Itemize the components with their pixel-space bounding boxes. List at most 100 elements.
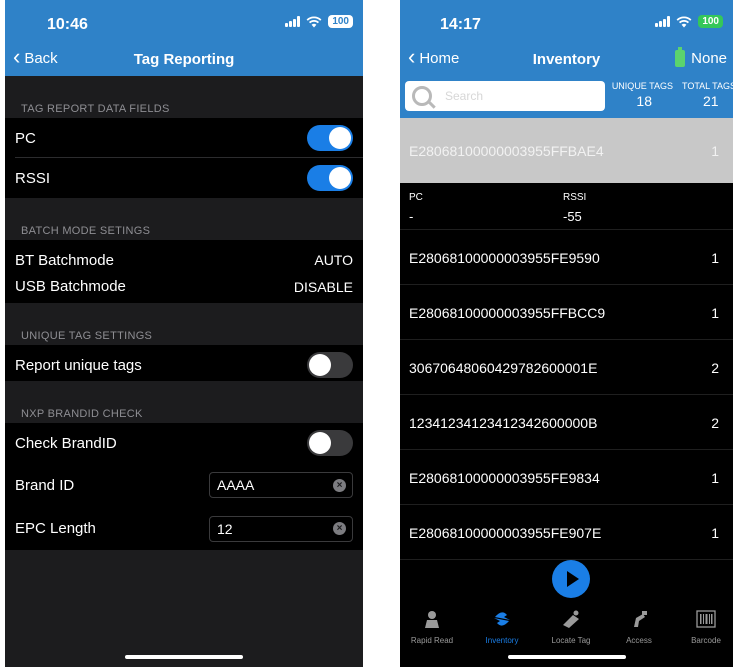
row-label: USB Batchmode <box>15 278 126 295</box>
tag-count: 1 <box>711 249 719 266</box>
tab-rapid-read[interactable]: Rapid Read <box>400 605 464 645</box>
tag-row[interactable]: E28068100000003955FE907E 1 <box>400 505 733 560</box>
tab-inventory[interactable]: Inventory <box>470 605 534 645</box>
tag-detail-panel: PC - RSSI -55 <box>400 183 733 230</box>
wifi-icon <box>306 15 322 27</box>
tag-epc: 12341234123412342600000B <box>409 414 598 431</box>
nav-bar: ‹ Back Tag Reporting <box>5 44 363 76</box>
rssi-toggle[interactable] <box>307 165 353 191</box>
reader-label: None <box>691 50 727 67</box>
tag-epc: E28068100000003955FFBAE4 <box>409 142 604 159</box>
tag-row[interactable]: E28068100000003955FE9834 1 <box>400 450 733 505</box>
tag-reporting-screen: 10:46 100 ‹ Back Tag Reporting TAG REPORT… <box>5 0 363 667</box>
total-tags-counter: TOTAL TAGS 21 <box>682 81 733 109</box>
status-time: 10:46 <box>47 16 88 33</box>
tab-access[interactable]: Access <box>607 605 671 645</box>
pc-toggle[interactable] <box>307 125 353 151</box>
epc-length-value: 12 <box>217 520 233 537</box>
tag-epc: E28068100000003955FE9834 <box>409 469 600 486</box>
row-check-brandid: Check BrandID <box>5 423 363 463</box>
play-button[interactable] <box>552 560 590 598</box>
tab-label: Access <box>626 636 652 645</box>
row-epc-length: EPC Length 12 × <box>5 507 363 550</box>
page-title: Tag Reporting <box>133 51 235 68</box>
unique-tags-label: UNIQUE TAGS <box>611 81 673 91</box>
inventory-screen: 14:17 100 ‹ Home Inventory None Search UN… <box>400 0 733 667</box>
inventory-icon <box>494 612 510 626</box>
check-brandid-toggle[interactable] <box>307 430 353 456</box>
tag-epc: E28068100000003955FE907E <box>409 524 602 541</box>
report-unique-tags-toggle[interactable] <box>307 352 353 378</box>
search-input[interactable]: Search <box>405 81 605 111</box>
tab-locate-tag[interactable]: Locate Tag <box>539 605 603 645</box>
home-indicator[interactable] <box>507 655 626 659</box>
status-bar: 10:46 100 <box>5 0 363 44</box>
tab-label: Barcode <box>691 636 721 645</box>
tag-row[interactable]: E28068100000003955FE9590 1 <box>400 230 733 285</box>
pc-label: PC <box>409 192 423 203</box>
access-icon <box>634 611 647 627</box>
row-label: RSSI <box>15 169 51 187</box>
tag-row[interactable]: E28068100000003955FFBCC9 1 <box>400 285 733 340</box>
tag-row[interactable]: 30670648060429782600001E 2 <box>400 340 733 395</box>
row-pc: PC <box>5 118 363 158</box>
tag-row-selected[interactable]: E28068100000003955FFBAE4 1 <box>400 118 733 183</box>
home-indicator[interactable] <box>125 655 243 659</box>
rapid-read-icon <box>425 611 439 628</box>
search-placeholder: Search <box>445 89 484 103</box>
row-label: Check BrandID <box>15 434 117 452</box>
unique-tags-counter: UNIQUE TAGS 18 <box>605 81 673 109</box>
tab-label: Rapid Read <box>410 636 454 645</box>
row-rssi: RSSI <box>5 158 363 198</box>
row-label: BT Batchmode <box>15 251 114 269</box>
row-label: Brand ID <box>15 476 75 494</box>
pc-value: - <box>409 209 414 224</box>
tab-label: Inventory <box>485 636 519 645</box>
rssi-label: RSSI <box>563 192 587 203</box>
section-header-nxp-brandid: NXP BRANDID CHECK <box>5 381 363 423</box>
row-brand-id: Brand ID AAAA × <box>5 463 363 507</box>
total-tags-value: 21 <box>703 93 719 109</box>
rssi-value: -55 <box>563 209 582 224</box>
tab-label: Locate Tag <box>551 636 591 645</box>
brand-id-value: AAAA <box>217 477 255 493</box>
tag-count: 1 <box>711 524 719 541</box>
section-header-tag-report: TAG REPORT DATA FIELDS <box>5 76 363 118</box>
nav-bar: ‹ Home Inventory None <box>400 44 733 76</box>
row-usb-batchmode[interactable]: USB Batchmode DISABLE <box>5 270 363 303</box>
tab-bar: Rapid Read Inventory Locate Tag Access B… <box>400 605 733 650</box>
reader-battery-icon <box>675 47 686 67</box>
total-tags-label: TOTAL TAGS <box>682 81 733 91</box>
status-time: 14:17 <box>440 16 481 33</box>
tag-epc: E28068100000003955FFBCC9 <box>409 304 606 321</box>
cellular-signal-icon <box>655 16 671 27</box>
status-bar: 14:17 100 <box>400 0 733 44</box>
tag-count: 2 <box>711 414 719 431</box>
clear-icon[interactable]: × <box>333 478 346 492</box>
search-icon <box>412 86 432 106</box>
row-label: EPC Length <box>15 520 96 537</box>
row-label: Report unique tags <box>15 356 142 374</box>
locate-tag-icon <box>563 610 579 628</box>
row-report-unique-tags: Report unique tags <box>5 345 363 385</box>
bt-batchmode-value: AUTO <box>314 252 353 268</box>
wifi-icon <box>676 15 692 27</box>
cellular-signal-icon <box>285 16 301 27</box>
tag-count: 1 <box>711 142 719 159</box>
search-bar: Search UNIQUE TAGS 18 TOTAL TAGS 21 <box>400 76 733 118</box>
brand-id-field[interactable]: AAAA × <box>209 472 353 498</box>
battery-icon: 100 <box>698 15 723 28</box>
row-label: PC <box>15 129 36 147</box>
epc-length-field[interactable]: 12 × <box>209 515 353 542</box>
tag-row[interactable]: 12341234123412342600000B 2 <box>400 395 733 450</box>
unique-tags-value: 18 <box>636 93 652 109</box>
tag-count: 2 <box>711 359 719 376</box>
tab-barcode[interactable]: Barcode <box>674 605 733 645</box>
reader-status[interactable]: None <box>675 47 727 67</box>
tag-count: 1 <box>711 469 719 486</box>
section-header-batch-mode: BATCH MODE SETINGS <box>5 198 363 240</box>
tag-count: 1 <box>711 304 719 321</box>
battery-icon: 100 <box>328 15 353 28</box>
barcode-icon <box>696 610 716 628</box>
clear-icon[interactable]: × <box>333 522 346 535</box>
